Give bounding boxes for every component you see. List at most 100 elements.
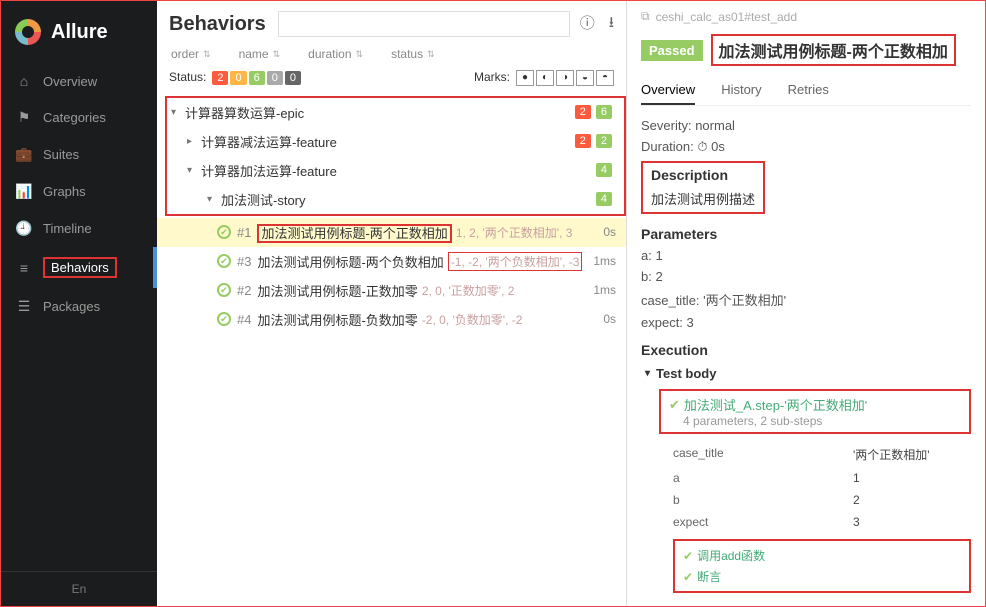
chevron-down-icon[interactable]: ▾ bbox=[187, 165, 201, 176]
test-case-row[interactable]: ✔#4加法测试用例标题-负数加零-2, 0, '负数加零', -20s bbox=[157, 305, 626, 334]
step-param-value: 3 bbox=[853, 515, 860, 529]
nav-item-packages[interactable]: ☰Packages bbox=[1, 288, 157, 325]
test-case-row[interactable]: ✔#1加法测试用例标题-两个正数相加1, 2, '两个正数相加', 30s bbox=[157, 218, 626, 247]
status-filter-badge[interactable]: 0 bbox=[230, 71, 246, 85]
param-key: case_title: bbox=[641, 293, 700, 308]
mark-filter-button[interactable]: ◒ bbox=[576, 70, 594, 86]
epic-label: 计算器算数运算-epic bbox=[185, 103, 575, 122]
nav-icon: ≡ bbox=[15, 260, 33, 276]
test-case-row[interactable]: ✔#3加法测试用例标题-两个负数相加-1, -2, '两个负数相加', -31m… bbox=[157, 247, 626, 276]
step-param-value: '两个正数相加' bbox=[853, 446, 930, 463]
sort-name[interactable]: name ⇅ bbox=[239, 47, 281, 61]
duration-label: Duration: bbox=[641, 139, 694, 154]
status-filter-badge[interactable]: 0 bbox=[267, 71, 283, 85]
status-filter-row: Status: 20600 Marks: ●◐◑◒◓ bbox=[157, 65, 626, 94]
download-icon[interactable]: ⭳ bbox=[609, 12, 614, 37]
tree: ▾ 计算器算数运算-epic 26 ▸ 计算器减法运算-feature 22 ▾… bbox=[157, 94, 626, 607]
brand-text: Allure bbox=[51, 21, 108, 44]
step-param-key: b bbox=[673, 493, 853, 507]
mark-filter-button[interactable]: ◐ bbox=[536, 70, 554, 86]
sort-caret-icon: ⇅ bbox=[273, 49, 281, 60]
feature-label: 计算器加法运算-feature bbox=[201, 161, 596, 180]
step-param-table: case_title'两个正数相加'a1b2expect3 bbox=[673, 442, 971, 533]
count-badge: 2 bbox=[596, 134, 612, 148]
case-number: #4 bbox=[237, 312, 251, 327]
step-param-key: a bbox=[673, 471, 853, 485]
parameter-row: a: 1 bbox=[641, 248, 971, 263]
behaviors-panel: Behaviors ⓘ ⭳ order ⇅name ⇅duration ⇅sta… bbox=[157, 1, 627, 606]
nav-icon: ☰ bbox=[15, 298, 33, 315]
description-block: Description 加法测试用例描述 bbox=[641, 161, 765, 214]
description-text: 加法测试用例描述 bbox=[651, 189, 755, 208]
sort-row: order ⇅ name ⇅ duration ⇅ status ⇅ bbox=[157, 43, 626, 65]
nav-icon: ⚑ bbox=[15, 109, 33, 126]
info-icon[interactable]: ⓘ bbox=[580, 12, 595, 37]
case-duration: 1ms bbox=[593, 283, 616, 297]
severity-value: normal bbox=[695, 118, 735, 133]
case-duration: 1ms bbox=[593, 254, 616, 268]
nav-item-graphs[interactable]: 📊Graphs bbox=[1, 173, 157, 210]
search-input[interactable] bbox=[278, 11, 570, 37]
language-switcher[interactable]: En bbox=[1, 571, 157, 606]
step-summary: 4 parameters, 2 sub-steps bbox=[683, 414, 961, 428]
nav-item-suites[interactable]: 💼Suites bbox=[1, 136, 157, 173]
step-param-row: expect3 bbox=[673, 511, 971, 533]
mark-filter-button[interactable]: ● bbox=[516, 70, 534, 86]
case-title: 加法测试用例标题-正数加零 bbox=[257, 281, 417, 300]
nav-icon: 📊 bbox=[15, 183, 33, 200]
substeps-block: ✔调用add函数✔断言 bbox=[673, 539, 971, 593]
sort-duration[interactable]: duration ⇅ bbox=[308, 47, 363, 61]
case-title: 加法测试用例标题-两个负数相加 bbox=[257, 252, 443, 271]
step-block: ✔ 加法测试_A.step-'两个正数相加' 4 parameters, 2 s… bbox=[659, 389, 971, 434]
step-row[interactable]: ✔ 加法测试_A.step-'两个正数相加' bbox=[669, 395, 961, 414]
test-title: 加法测试用例标题-两个正数相加 bbox=[711, 34, 956, 66]
case-params: 2, 0, '正数加零', 2 bbox=[422, 282, 515, 299]
substep-row[interactable]: ✔调用add函数 bbox=[683, 545, 961, 566]
param-key: a: bbox=[641, 248, 652, 263]
tab-history[interactable]: History bbox=[721, 76, 761, 105]
detail-tabs: Overview History Retries bbox=[641, 76, 971, 106]
mark-filter-button[interactable]: ◑ bbox=[556, 70, 574, 86]
param-key: b: bbox=[641, 269, 652, 284]
mark-filter-button[interactable]: ◓ bbox=[596, 70, 614, 86]
case-number: #2 bbox=[237, 283, 251, 298]
nav-item-overview[interactable]: ⌂Overview bbox=[1, 63, 157, 99]
status-filter-badge[interactable]: 2 bbox=[212, 71, 228, 85]
test-body-toggle[interactable]: ▾ Test body bbox=[645, 366, 971, 381]
copy-icon[interactable]: ⧉ bbox=[641, 9, 650, 24]
case-params: 1, 2, '两个正数相加', 3 bbox=[456, 224, 573, 241]
test-case-row[interactable]: ✔ #2 加法测试用例标题-正数加零 2, 0, '正数加零', 2 1ms bbox=[157, 276, 626, 305]
count-badge: 6 bbox=[596, 105, 612, 119]
param-value: '两个正数相加' bbox=[703, 293, 786, 308]
story-label: 加法测试-story bbox=[221, 190, 596, 209]
parameter-row: b: 2 bbox=[641, 269, 971, 284]
nav-label: Overview bbox=[43, 74, 97, 89]
param-value: 3 bbox=[687, 315, 694, 330]
substep-row[interactable]: ✔断言 bbox=[683, 566, 961, 587]
tree-story[interactable]: ▾ 加法测试-story 4 bbox=[167, 185, 624, 214]
marks-label: Marks: bbox=[474, 70, 510, 84]
count-badge: 4 bbox=[596, 163, 612, 177]
parameters-heading: Parameters bbox=[641, 226, 971, 242]
tree-epic[interactable]: ▾ 计算器算数运算-epic 26 bbox=[167, 98, 624, 127]
chevron-right-icon[interactable]: ▸ bbox=[187, 136, 201, 147]
case-title: 加法测试用例标题-两个正数相加 bbox=[257, 223, 451, 242]
tree-feature[interactable]: ▾ 计算器加法运算-feature 4 bbox=[167, 156, 624, 185]
nav-item-categories[interactable]: ⚑Categories bbox=[1, 99, 157, 136]
chevron-down-icon[interactable]: ▾ bbox=[207, 194, 221, 205]
status-filter-badge[interactable]: 0 bbox=[285, 71, 301, 85]
case-params: -1, -2, '两个负数相加', -3 bbox=[448, 252, 583, 271]
sort-status[interactable]: status ⇅ bbox=[391, 47, 435, 61]
sort-order[interactable]: order ⇅ bbox=[171, 47, 211, 61]
param-value: 1 bbox=[655, 248, 662, 263]
tab-retries[interactable]: Retries bbox=[788, 76, 829, 105]
description-heading: Description bbox=[651, 167, 755, 183]
nav-item-timeline[interactable]: 🕘Timeline bbox=[1, 210, 157, 247]
tab-overview[interactable]: Overview bbox=[641, 76, 695, 105]
tree-feature[interactable]: ▸ 计算器减法运算-feature 22 bbox=[167, 127, 624, 156]
chevron-down-icon[interactable]: ▾ bbox=[171, 107, 185, 118]
nav-item-behaviors[interactable]: ≡Behaviors bbox=[1, 247, 157, 288]
status-filter-badge[interactable]: 6 bbox=[249, 71, 265, 85]
brand-logo-icon bbox=[15, 19, 41, 45]
status-pass-icon: ✔ bbox=[217, 283, 231, 297]
